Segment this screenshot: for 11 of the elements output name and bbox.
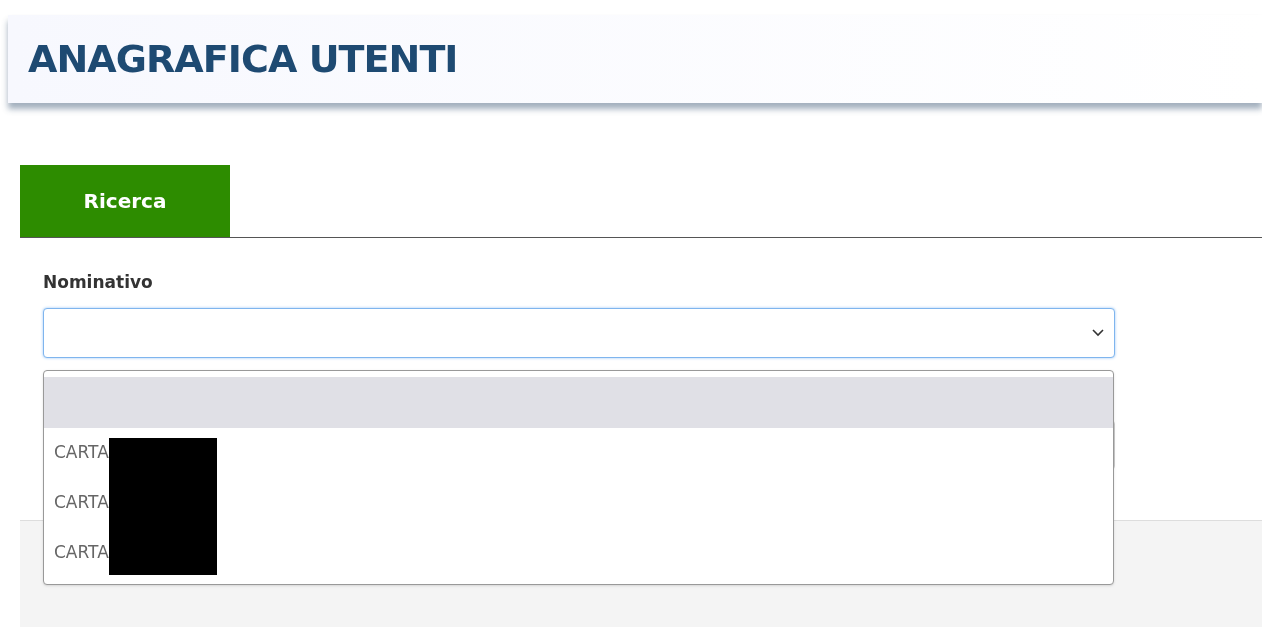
dropdown-option[interactable]: CARTA: [44, 478, 1113, 528]
chevron-down-icon: [1092, 328, 1104, 337]
field-label: Nominativo: [43, 271, 154, 294]
dropdown-option[interactable]: CARTA: [44, 428, 1113, 478]
option-text: CARTA: [54, 441, 109, 465]
option-text: CARTA: [54, 491, 109, 515]
dropdown-option[interactable]: CARTA: [44, 528, 1113, 578]
page-title: ANAGRAFICA UTENTI: [28, 35, 458, 83]
select-field[interactable]: [43, 307, 1115, 358]
option-text: CARTA: [54, 541, 109, 565]
tab[interactable]: Ricerca: [20, 165, 230, 237]
